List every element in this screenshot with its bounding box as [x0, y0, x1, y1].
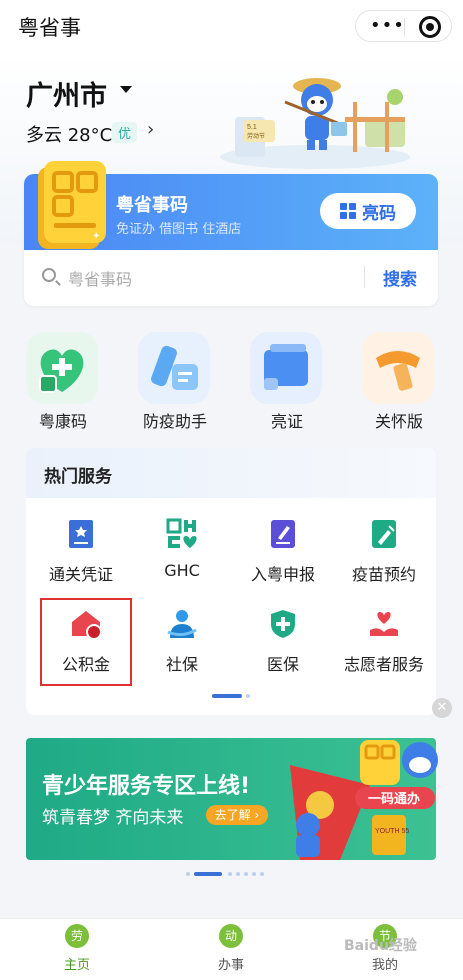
capsule-divider — [404, 18, 405, 36]
service-label: 入粤申报 — [250, 565, 315, 584]
qr-code-3d-icon: ✦ — [38, 161, 106, 249]
service-ghc[interactable]: GHC — [131, 518, 233, 598]
show-code-button[interactable]: 亮码 — [320, 193, 416, 229]
weather-text[interactable]: 多云 28°C — [26, 121, 112, 147]
service-social-security[interactable]: 社保 — [131, 608, 233, 688]
service-label: 医保 — [266, 655, 299, 674]
promo-button-label: 去了解 — [214, 808, 251, 822]
page-indicator — [212, 694, 250, 698]
scarf-icon — [362, 332, 434, 404]
services-tab-icon: 动 — [219, 924, 243, 948]
promo-badge-text: 一码通办 — [368, 791, 420, 806]
caret-down-icon[interactable] — [120, 86, 132, 93]
medical-insurance-icon — [271, 610, 295, 638]
passport-icon — [69, 520, 93, 548]
svg-text:5.1: 5.1 — [247, 124, 257, 131]
health-heart-icon — [26, 332, 98, 404]
declare-icon — [271, 520, 295, 548]
service-label: 通关凭证 — [48, 565, 113, 584]
code-card-title: 粤省事码 — [116, 195, 188, 216]
social-security-icon — [167, 610, 197, 638]
volunteer-icon — [370, 612, 398, 636]
service-label: GHC — [164, 561, 200, 580]
air-quality-badge: 优 — [112, 122, 138, 143]
service-medical-insurance[interactable]: 医保 — [232, 608, 334, 688]
mini-program-capsule[interactable]: ••• — [355, 10, 452, 42]
epidemic-assistant-icon — [138, 332, 210, 404]
service-label: 社保 — [165, 655, 198, 674]
labor-day-mascot-illustration: 5.1 劳动节 — [220, 78, 410, 169]
close-target-icon[interactable] — [419, 16, 441, 38]
qr-grid-icon — [340, 203, 356, 219]
promo-shirt-text: YOUTH 55 — [375, 828, 409, 835]
ghc-icon — [166, 518, 197, 548]
quick-app-label: 亮证 — [270, 412, 303, 431]
close-icon[interactable]: ✕ — [432, 698, 452, 718]
code-card-subtitle: 免证办 借图书 住酒店 — [116, 222, 242, 237]
more-icon[interactable]: ••• — [370, 17, 405, 35]
service-customs-pass[interactable]: 通关凭证 — [30, 518, 132, 598]
quick-app-label: 防疫助手 — [142, 412, 207, 431]
city-selector[interactable]: 广州市 — [26, 74, 107, 113]
service-label: 疫苗预约 — [351, 565, 416, 584]
tab-home[interactable]: 劳 主页 — [42, 924, 112, 974]
tab-label: 办事 — [217, 958, 244, 973]
search-input[interactable]: 粤省事码 — [68, 266, 132, 290]
promo-subtitle: 筑青春梦 齐向未来 — [42, 808, 184, 828]
service-vaccine-appointment[interactable]: 疫苗预约 — [333, 518, 435, 598]
promo-title: 青少年服务专区上线! — [42, 774, 251, 799]
service-label: 志愿者服务 — [343, 655, 424, 674]
tab-label: 主页 — [63, 958, 90, 973]
hot-services-title: 热门服务 — [44, 467, 112, 487]
service-volunteer[interactable]: 志愿者服务 — [333, 608, 435, 688]
banner-page-indicator — [186, 872, 264, 876]
show-code-label: 亮码 — [362, 203, 396, 224]
quick-app-label: 关怀版 — [374, 412, 423, 431]
search-button[interactable]: 搜索 — [383, 265, 417, 290]
home-tab-icon: 劳 — [65, 924, 89, 948]
service-entry-declaration[interactable]: 入粤申报 — [232, 518, 334, 598]
certificate-icon — [250, 332, 322, 404]
vaccine-icon — [372, 520, 396, 548]
app-title: 粤省事 — [18, 16, 81, 40]
search-icon — [42, 268, 56, 282]
promo-learn-more-button[interactable]: 去了解 › — [206, 805, 268, 825]
search-divider — [364, 266, 365, 288]
quick-app-health-code[interactable]: 粤康码 — [13, 332, 113, 432]
chevron-right-icon[interactable]: › — [147, 119, 154, 140]
quick-app-care-version[interactable]: 关怀版 — [349, 332, 449, 432]
quick-app-show-certificate[interactable]: 亮证 — [237, 332, 337, 432]
watermark: Baidu经验 — [344, 938, 417, 954]
youth-mascot-illustration: 一码通办 YOUTH 55 — [290, 740, 438, 860]
svg-text:✦: ✦ — [92, 231, 100, 242]
tab-services[interactable]: 动 办事 — [196, 924, 266, 974]
highlight-annotation-box — [40, 598, 132, 686]
quick-app-label: 粤康码 — [38, 412, 87, 431]
svg-text:劳动节: 劳动节 — [247, 132, 265, 140]
quick-app-epidemic-assistant[interactable]: 防疫助手 — [125, 332, 225, 432]
tab-label: 我的 — [371, 958, 398, 973]
